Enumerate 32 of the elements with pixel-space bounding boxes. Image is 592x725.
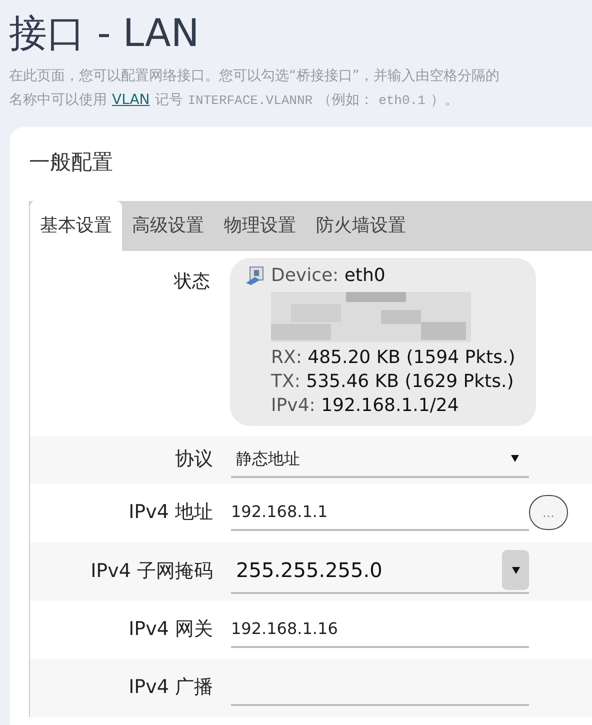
status-text: IPv4: 192.168.1.1/24 [271,394,459,418]
input-field[interactable]: 192.168.1.1 [231,494,529,530]
description-text: ）。 [430,91,458,110]
field-label: IPv4 子网掩码 [90,558,213,584]
caret-icon [511,455,519,462]
description-text: 记号 [154,91,183,110]
description-text: 名称中可以使用 [9,91,107,110]
field-label: 协议 [174,447,213,472]
input-field[interactable]: 192.168.1.16 [231,612,529,648]
tab[interactable]: 防火墙设置 [306,200,416,250]
caret-icon [512,566,520,574]
code-text: eth0.1 [378,92,426,110]
section-title: 一般配置 [29,149,113,176]
field-label: IPv4 网关 [128,617,213,642]
field-label: IPv4 广播 [128,675,213,700]
field-label: 状态 [172,270,210,294]
status-text: Device: eth0 [271,264,386,288]
tab[interactable]: 高级设置 [122,200,214,250]
network-port-icon [245,266,265,286]
tab[interactable]: 基本设置 [29,200,122,250]
vlan-link[interactable]: VLAN [112,88,150,112]
dropdown-button[interactable] [502,550,529,590]
field-label: IPv4 地址 [128,500,213,526]
protocol-select[interactable]: 静态地址 [231,442,529,478]
code-text: INTERFACE.VLANNR [188,92,313,110]
netmask-combo-field[interactable]: 255.255.255.0 [231,548,529,594]
status-text: TX: 535.46 KB (1629 Pkts.) [271,370,514,394]
description-text: 在此页面，您可以配置网络接口。您可以勾选“桥接接口”，并输入由空格分隔的 [9,67,500,86]
status-text: RX: 485.20 KB (1594 Pkts.) [271,346,516,370]
tab[interactable]: 物理设置 [214,200,306,250]
page-title: 接口 - LAN [9,12,200,54]
description-text: （例如： [318,91,374,110]
